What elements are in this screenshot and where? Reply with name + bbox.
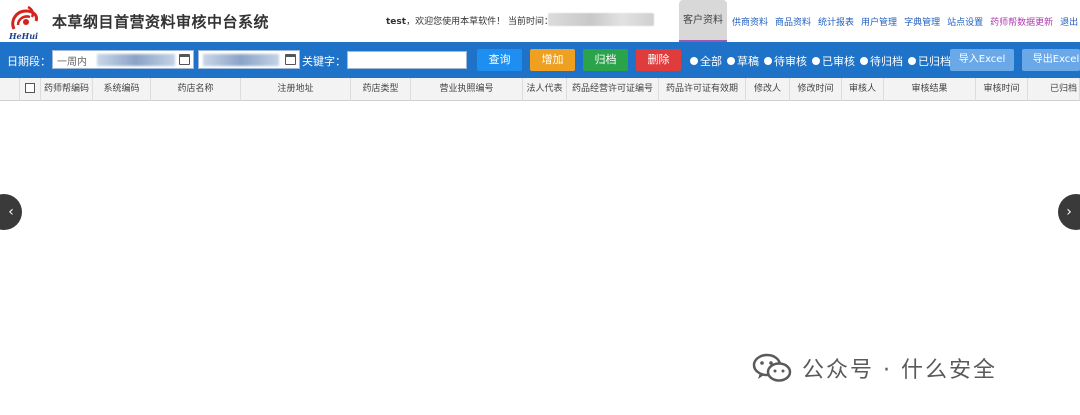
logo-wordmark: HeHui <box>9 31 39 41</box>
column-header[interactable]: 药店名称 <box>151 78 241 101</box>
status-filter-group: 全部 草稿 待审核 已审核 待归档 已归档 <box>690 53 956 69</box>
column-header[interactable]: 系统编码 <box>93 78 151 101</box>
date-end-input[interactable] <box>198 50 300 69</box>
column-header[interactable]: 法人代表 <box>523 78 567 101</box>
column-header[interactable]: 审核人 <box>842 78 884 101</box>
column-header[interactable]: 已归档 <box>1028 78 1080 101</box>
select-all-checkbox[interactable] <box>25 82 35 93</box>
nav-dictionary[interactable]: 字典管理 <box>904 15 940 28</box>
welcome-message: test，欢迎您使用本草软件！ 当前时间： <box>386 14 553 27</box>
filter-draft[interactable]: 草稿 <box>727 53 759 69</box>
filter-label: 全部 <box>700 55 722 68</box>
calendar-icon[interactable] <box>285 54 296 65</box>
column-header[interactable]: 药师帮编码 <box>41 78 93 101</box>
column-header[interactable]: 修改时间 <box>790 78 842 101</box>
column-header[interactable]: 审核结果 <box>884 78 976 101</box>
query-button[interactable]: 查询 <box>477 49 522 71</box>
date-start-input[interactable]: 一周内 <box>52 50 194 69</box>
nav-data-update[interactable]: 药师帮数据更新 <box>990 15 1053 28</box>
column-header[interactable]: 注册地址 <box>241 78 351 101</box>
radio-icon <box>764 57 772 65</box>
archive-button[interactable]: 归档 <box>583 49 628 71</box>
date-end-redacted <box>203 54 279 66</box>
date-start-redacted <box>97 54 175 66</box>
export-excel-button[interactable]: 导出Excel <box>1022 49 1080 71</box>
filter-pending-review[interactable]: 待审核 <box>764 53 807 69</box>
radio-icon <box>812 57 820 65</box>
filter-all[interactable]: 全部 <box>690 53 722 69</box>
filter-pending-archive[interactable]: 待归档 <box>860 53 903 69</box>
watermark: 公众号 · 什么安全 <box>752 352 997 384</box>
import-excel-button[interactable]: 导入Excel <box>950 49 1014 71</box>
date-range-label: 日期段： <box>7 55 51 68</box>
column-header[interactable]: 营业执照编号 <box>411 78 523 101</box>
wechat-icon <box>752 353 792 382</box>
watermark-text: 公众号 · 什么安全 <box>802 358 997 383</box>
nav-site-settings[interactable]: 站点设置 <box>947 15 983 28</box>
nav-supplier-data[interactable]: 供商资料 <box>732 15 768 28</box>
column-header[interactable]: 药店类型 <box>351 78 411 101</box>
select-all-cell <box>20 78 41 101</box>
column-header[interactable]: 审核时间 <box>976 78 1028 101</box>
table-header: 药师帮编码 系统编码 药店名称 注册地址 药店类型 营业执照编号 法人代表 药品… <box>0 78 1080 101</box>
nav-user-management[interactable]: 用户管理 <box>861 15 897 28</box>
radio-icon <box>860 57 868 65</box>
filter-reviewed[interactable]: 已审核 <box>812 53 855 69</box>
filter-label: 待归档 <box>870 55 903 68</box>
nav-logout[interactable]: 退出 <box>1060 15 1078 28</box>
column-header[interactable]: 药品许可证有效期 <box>659 78 746 101</box>
welcome-text: ，欢迎您使用本草软件！ 当前时间： <box>406 17 553 27</box>
main-nav: 客户资料 供商资料 商品资料 统计报表 用户管理 字典管理 站点设置 药师帮数据… <box>679 0 1080 42</box>
radio-icon <box>908 57 916 65</box>
radio-icon <box>727 57 735 65</box>
filter-label: 已归档 <box>918 55 951 68</box>
filter-label: 已审核 <box>822 55 855 68</box>
column-header[interactable]: 药品经营许可证编号 <box>567 78 659 101</box>
current-time-redacted <box>548 13 654 26</box>
nav-product-data[interactable]: 商品资料 <box>775 15 811 28</box>
username: test <box>386 17 407 27</box>
date-start-value: 一周内 <box>57 57 87 68</box>
keyword-label: 关键字： <box>302 55 346 68</box>
column-header[interactable]: 修改人 <box>746 78 790 101</box>
app-title: 本草纲目首营资料审核中台系统 <box>52 13 270 31</box>
filter-label: 待审核 <box>774 55 807 68</box>
calendar-icon[interactable] <box>179 54 190 65</box>
radio-icon <box>690 57 698 65</box>
nav-customer-data[interactable]: 客户资料 <box>679 0 727 42</box>
search-toolbar: 日期段： 一周内 关键字： 查询 增加 归档 删除 全部 草稿 待审核 已审核 … <box>0 42 1080 78</box>
add-button[interactable]: 增加 <box>530 49 575 71</box>
keyword-input[interactable] <box>347 51 467 69</box>
filter-label: 草稿 <box>737 55 759 68</box>
app-header: HeHui 本草纲目首营资料审核中台系统 test，欢迎您使用本草软件！ 当前时… <box>0 0 1080 42</box>
filter-archived[interactable]: 已归档 <box>908 53 951 69</box>
delete-button[interactable]: 删除 <box>636 49 681 71</box>
table-header-spacer <box>0 78 20 101</box>
nav-reports[interactable]: 统计报表 <box>818 15 854 28</box>
